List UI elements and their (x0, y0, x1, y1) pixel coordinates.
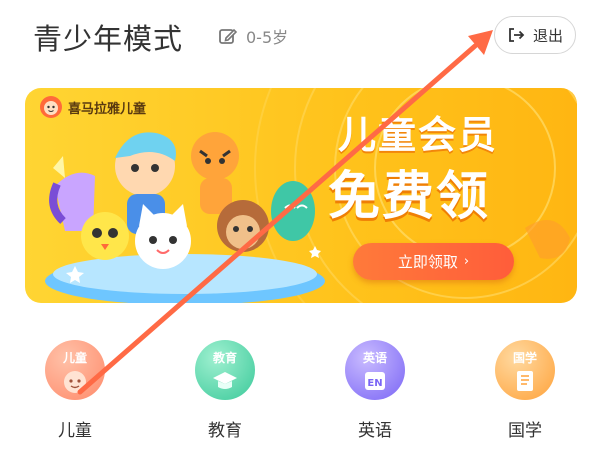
scroll-icon (517, 371, 533, 391)
child-face-icon (64, 371, 86, 393)
age-range-label: 0-5岁 (246, 28, 289, 47)
claim-now-label: 立即领取 (397, 253, 458, 271)
category-education-circle: 教育 (195, 340, 255, 400)
promo-subheadline: 免费领 (328, 167, 491, 227)
category-chinese-classics-circle: 国学 (495, 340, 555, 400)
promo-headline: 儿童会员 (338, 113, 499, 157)
category-children-badge: 儿童 (62, 351, 87, 365)
claim-now-button[interactable]: 立即领取 › (353, 243, 514, 280)
category-children-circle: 儿童 (45, 340, 105, 400)
promo-banner[interactable]: 喜马拉雅儿童 儿童会员 免费领 立即领取 › (25, 88, 577, 303)
brand-name: 喜马拉雅儿童 (68, 101, 147, 117)
category-children[interactable]: 儿童 儿童 (38, 340, 110, 444)
category-english-badge: 英语 (362, 351, 387, 365)
category-chinese-classics-badge: 国学 (512, 351, 537, 365)
header: 青少年模式 0-5岁 退出 (0, 0, 600, 78)
category-chinese-classics[interactable]: 国学 国学 (488, 340, 560, 444)
cartoon-characters-illustration (45, 132, 325, 303)
edit-icon (219, 28, 238, 44)
page-title: 青少年模式 (33, 22, 184, 56)
category-education-label: 教育 (208, 421, 242, 441)
category-chinese-classics-label: 国学 (508, 421, 542, 441)
category-english-label: 英语 (358, 421, 392, 441)
category-education[interactable]: 教育 教育 (188, 340, 260, 444)
category-english[interactable]: 英语 EN 英语 (338, 340, 410, 444)
chevron-right-icon: › (463, 254, 470, 269)
category-english-circle: 英语 EN (345, 340, 405, 400)
english-book-icon: EN (365, 372, 385, 390)
svg-text:EN: EN (367, 378, 382, 389)
age-range-selector[interactable]: 0-5岁 (218, 24, 288, 48)
graduation-cap-icon (213, 372, 237, 389)
exit-button[interactable]: 退出 (494, 16, 576, 54)
logout-icon (509, 28, 525, 42)
category-education-badge: 教育 (212, 351, 237, 365)
exit-label: 退出 (532, 26, 563, 45)
category-children-label: 儿童 (58, 421, 92, 441)
